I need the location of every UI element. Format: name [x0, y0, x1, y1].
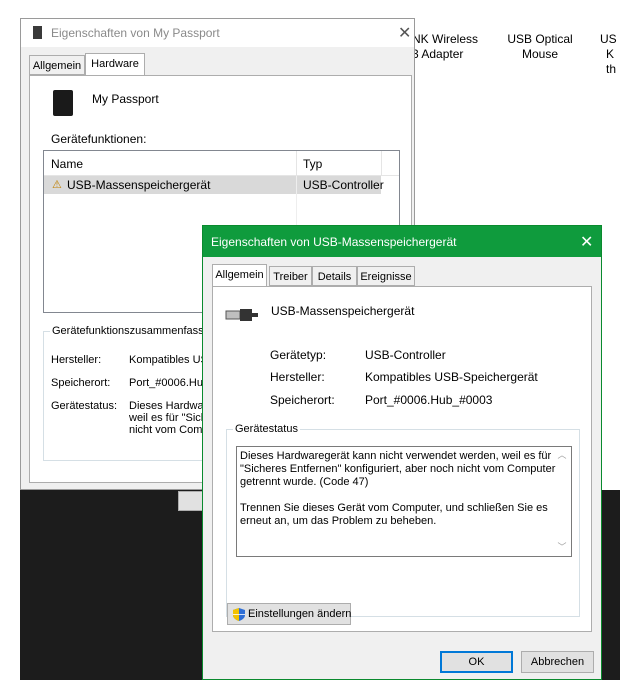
- device-status-group: Gerätestatus Dieses Hardwaregerät kann n…: [226, 423, 580, 617]
- status-group-title: Gerätestatus: [233, 423, 300, 435]
- drive-icon: [33, 26, 42, 39]
- usb-mass-storage-properties-window: Eigenschaften von USB-Massenspeichergerä…: [202, 225, 602, 680]
- manufacturer-value: Kompatibles USB-Speichergerät: [365, 370, 538, 384]
- change-settings-button[interactable]: Einstellungen ändern: [227, 603, 351, 625]
- tab-allgemein[interactable]: Allgemein: [212, 264, 267, 287]
- functions-label: Gerätefunktionen:: [51, 132, 147, 146]
- status-text-line: getrennt wurde. (Code 47): [240, 476, 369, 488]
- tab-details[interactable]: Details: [312, 266, 357, 286]
- column-header-type[interactable]: Typ: [303, 157, 322, 171]
- status-text-line: "Sicheres Entfernen" konfiguriert, aber …: [240, 463, 556, 475]
- location-value: Port_#0006.Hub_#0003: [365, 393, 493, 407]
- list-header: Name Typ: [44, 151, 399, 176]
- scroll-up-icon[interactable]: ︿: [557, 449, 567, 462]
- ok-button[interactable]: OK: [440, 651, 513, 673]
- title-bar[interactable]: Eigenschaften von USB-Massenspeichergerä…: [203, 226, 601, 257]
- device-tile-partial[interactable]: US K th: [600, 32, 622, 77]
- row-name: USB-Massenspeichergerät: [67, 178, 211, 192]
- device-type-label: Gerätetyp:: [270, 348, 327, 362]
- tab-ereignisse[interactable]: Ereignisse: [357, 266, 415, 286]
- scroll-down-icon[interactable]: ﹀: [557, 541, 567, 554]
- status-label: Gerätestatus:: [51, 400, 118, 412]
- manufacturer-label: Hersteller:: [51, 354, 102, 366]
- general-tab-panel: USB-Massenspeichergerät Gerätetyp: USB-C…: [212, 286, 592, 632]
- device-label: 3 Adapter: [412, 47, 464, 61]
- cancel-button[interactable]: Abbrechen: [521, 651, 594, 673]
- title-bar[interactable]: Eigenschaften von My Passport ✕: [21, 19, 414, 47]
- status-text-line: Trennen Sie dieses Gerät vom Computer, u…: [240, 502, 548, 514]
- status-text-line: erneut an, um das Problem zu beheben.: [240, 515, 437, 527]
- status-scrollbar[interactable]: ︿ ﹀: [554, 447, 571, 556]
- device-tile-usb-optical-mouse[interactable]: USB Optical Mouse: [500, 32, 580, 62]
- device-status-textbox[interactable]: Dieses Hardwaregerät kann nicht verwende…: [236, 446, 572, 557]
- location-value: Port_#0006.Hub: [129, 377, 210, 389]
- manufacturer-label: Hersteller:: [270, 370, 325, 384]
- tab-hardware[interactable]: Hardware: [85, 53, 145, 76]
- device-type-value: USB-Controller: [365, 348, 446, 362]
- close-icon[interactable]: ✕: [398, 23, 411, 43]
- device-label: USB Optical: [507, 32, 573, 46]
- column-divider[interactable]: [381, 151, 382, 175]
- window-title: Eigenschaften von USB-Massenspeichergerä…: [211, 235, 457, 249]
- device-label: Mouse: [521, 47, 559, 61]
- location-label: Speicherort:: [51, 377, 111, 389]
- status-value: Dieses Hardwa weil es für "Siche nicht v…: [129, 400, 209, 436]
- device-tile-wireless-adapter[interactable]: NK Wireless 3 Adapter: [412, 32, 482, 62]
- tab-treiber[interactable]: Treiber: [269, 266, 312, 286]
- column-header-name[interactable]: Name: [51, 157, 83, 171]
- tab-allgemein[interactable]: Allgemein: [29, 55, 85, 75]
- table-row[interactable]: ⚠ USB-Massenspeichergerät USB-Controller: [44, 176, 384, 194]
- row-type: USB-Controller: [303, 178, 384, 192]
- summary-group-title: Gerätefunktionszusammenfassung: [50, 325, 224, 337]
- device-label: th: [606, 62, 617, 76]
- my-passport-drive-icon: [53, 90, 73, 116]
- change-settings-label: Einstellungen ändern: [248, 608, 352, 620]
- status-text-line: Dieses Hardwaregerät kann nicht verwende…: [240, 450, 552, 462]
- uac-shield-icon: [233, 608, 245, 621]
- close-icon[interactable]: ✕: [580, 232, 593, 252]
- location-label: Speicherort:: [270, 393, 335, 407]
- device-label: US: [600, 32, 617, 46]
- window-title: Eigenschaften von My Passport: [51, 26, 220, 40]
- device-label: NK Wireless: [412, 32, 479, 46]
- usb-connector-icon: [225, 309, 258, 321]
- device-label: K: [606, 47, 615, 61]
- device-name: USB-Massenspeichergerät: [271, 304, 415, 318]
- column-divider[interactable]: [296, 151, 297, 175]
- device-name: My Passport: [92, 92, 159, 106]
- warning-icon: ⚠: [52, 179, 62, 191]
